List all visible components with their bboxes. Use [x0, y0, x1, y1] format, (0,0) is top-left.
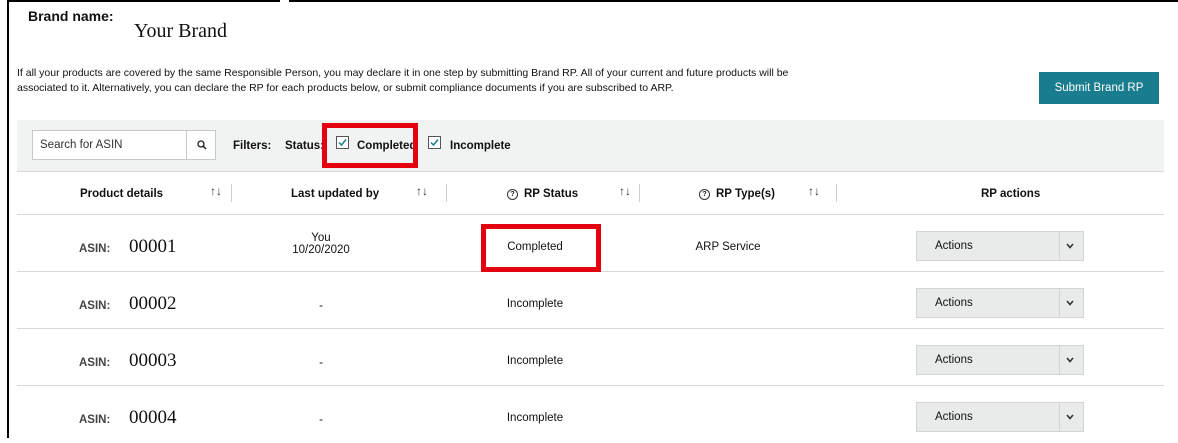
actions-dropdown[interactable]: Actions	[916, 402, 1084, 432]
asin-label: ASIN:	[79, 243, 111, 255]
last-updated-cell: You 10/20/2020	[261, 232, 381, 256]
header-rp-types-wrap[interactable]: ? RP Type(s)	[699, 188, 775, 200]
asin-label: ASIN:	[79, 300, 111, 312]
search-icon	[197, 140, 207, 150]
asin-value: 00001	[129, 236, 177, 257]
actions-dropdown[interactable]: Actions	[916, 345, 1084, 375]
column-divider	[836, 184, 837, 202]
rp-type: ARP Service	[695, 241, 761, 253]
header-rp-actions: RP actions	[981, 188, 1041, 200]
column-divider	[231, 184, 232, 202]
search-box	[32, 130, 216, 160]
asin-value: 00003	[129, 350, 177, 371]
column-divider	[446, 184, 447, 202]
updated-by: -	[319, 357, 323, 369]
header-rp-status: RP Status	[524, 188, 579, 200]
intro-line-1: If all your products are covered by the …	[17, 67, 789, 79]
actions-dropdown[interactable]: Actions	[916, 288, 1084, 318]
filters-label: Filters:	[233, 140, 272, 152]
column-divider	[639, 184, 640, 202]
highlight-box-completed-filter	[322, 123, 418, 168]
chevron-down-icon	[1066, 357, 1074, 363]
sort-icon[interactable]: ↑↓	[416, 184, 428, 198]
table-row: ASIN: 00002 - Incomplete Actions	[17, 272, 1164, 329]
actions-label: Actions	[935, 297, 973, 309]
search-input[interactable]	[33, 131, 183, 159]
header-last-updated-by[interactable]: Last updated by	[291, 188, 379, 200]
screenshot-frame-left	[7, 0, 9, 438]
table-row: ASIN: 00004 - Incomplete Actions	[17, 386, 1164, 443]
screenshot-frame-top	[7, 0, 1178, 2]
incomplete-checkbox[interactable]	[428, 136, 441, 149]
updated-by: You	[311, 232, 331, 244]
sort-icon[interactable]: ↑↓	[619, 184, 631, 198]
rp-status: Incomplete	[506, 298, 564, 310]
header-product-details[interactable]: Product details	[80, 188, 163, 200]
submit-brand-rp-button[interactable]: Submit Brand RP	[1039, 72, 1159, 104]
brand-name-label: Brand name:	[28, 8, 114, 24]
actions-dropdown[interactable]: Actions	[916, 231, 1084, 261]
asin-label: ASIN:	[79, 414, 111, 426]
updated-by: -	[319, 414, 323, 426]
intro-text: If all your products are covered by the …	[17, 66, 807, 96]
chevron-down-icon	[1066, 414, 1074, 420]
actions-label: Actions	[935, 411, 973, 423]
chevron-down-icon	[1066, 243, 1074, 249]
sort-icon[interactable]: ↑↓	[808, 184, 820, 198]
header-rp-status-wrap[interactable]: ? RP Status	[507, 188, 578, 200]
sort-icon[interactable]: ↑↓	[210, 184, 222, 198]
rp-status: Incomplete	[506, 412, 564, 424]
actions-label: Actions	[935, 354, 973, 366]
help-circle-icon[interactable]: ?	[507, 189, 518, 200]
asin-label: ASIN:	[79, 357, 111, 369]
dropdown-divider	[1059, 232, 1060, 260]
rp-status: Incomplete	[506, 355, 564, 367]
dropdown-divider	[1059, 346, 1060, 374]
status-filter-label: Status:	[285, 140, 324, 152]
highlight-box-completed-status	[481, 224, 601, 272]
asin-value: 00002	[129, 293, 177, 314]
intro-line-2: associated to it. Alternatively, you can…	[17, 82, 674, 94]
header-rp-types: RP Type(s)	[716, 188, 776, 200]
incomplete-filter-label[interactable]: Incomplete	[450, 140, 511, 152]
dropdown-divider	[1059, 403, 1060, 431]
table-row: ASIN: 00003 - Incomplete Actions	[17, 329, 1164, 386]
brand-name-value: Your Brand	[134, 20, 227, 42]
updated-date: 10/20/2020	[292, 244, 350, 256]
asin-value: 00004	[129, 407, 177, 428]
help-circle-icon[interactable]: ?	[699, 189, 710, 200]
checkbox-checked-icon	[430, 139, 439, 147]
updated-by: -	[319, 300, 323, 312]
search-button[interactable]	[186, 131, 217, 159]
chevron-down-icon	[1066, 300, 1074, 306]
dropdown-divider	[1059, 289, 1060, 317]
actions-label: Actions	[935, 240, 973, 252]
